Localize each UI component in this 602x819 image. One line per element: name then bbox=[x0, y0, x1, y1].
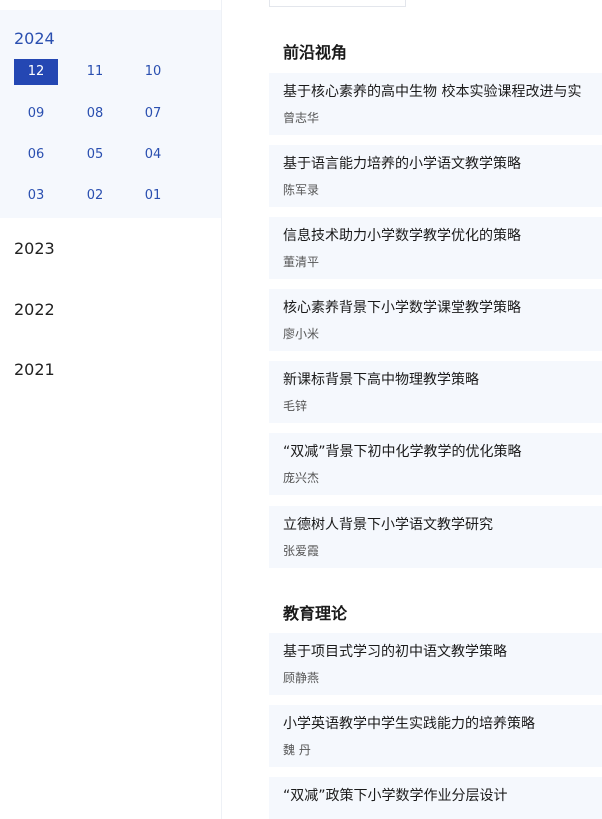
article-title[interactable]: 基于核心素养的高中生物 校本实验课程改进与实 bbox=[283, 83, 581, 101]
article-title[interactable]: 基于语言能力培养的小学语文教学策略 bbox=[283, 155, 521, 173]
month-04[interactable]: 04 bbox=[131, 142, 175, 168]
article-author: 张爱霞 bbox=[283, 544, 320, 558]
article-author: 董清平 bbox=[283, 255, 320, 269]
article-item[interactable]: “双减”政策下小学数学作业分层设计 bbox=[269, 777, 602, 819]
month-08[interactable]: 08 bbox=[73, 101, 117, 127]
article-title[interactable]: 新课标背景下高中物理教学策略 bbox=[283, 371, 479, 389]
article-title[interactable]: 立德树人背景下小学语文教学研究 bbox=[283, 516, 493, 534]
month-09[interactable]: 09 bbox=[14, 101, 58, 127]
year-sidebar: 2024 12 11 10 09 08 07 06 05 04 03 02 01… bbox=[0, 0, 222, 819]
article-title[interactable]: 基于项目式学习的初中语文教学策略 bbox=[283, 643, 507, 661]
article-author: 毛锌 bbox=[283, 399, 308, 413]
article-title[interactable]: “双减”政策下小学数学作业分层设计 bbox=[283, 787, 508, 805]
article-item[interactable]: 基于核心素养的高中生物 校本实验课程改进与实 曾志华 bbox=[269, 73, 602, 135]
article-list: 前沿视角 基于核心素养的高中生物 校本实验课程改进与实 曾志华 基于语言能力培养… bbox=[222, 0, 602, 819]
year-2024[interactable]: 2024 bbox=[14, 30, 55, 48]
month-12[interactable]: 12 bbox=[14, 59, 58, 85]
article-item[interactable]: 小学英语教学中学生实践能力的培养策略 魏 丹 bbox=[269, 705, 602, 767]
month-07[interactable]: 07 bbox=[131, 101, 175, 127]
article-title[interactable]: 小学英语教学中学生实践能力的培养策略 bbox=[283, 715, 535, 733]
article-item[interactable]: 基于项目式学习的初中语文教学策略 顾静燕 bbox=[269, 633, 602, 695]
article-author: 曾志华 bbox=[283, 111, 320, 125]
month-01[interactable]: 01 bbox=[131, 183, 175, 209]
article-item[interactable]: 新课标背景下高中物理教学策略 毛锌 bbox=[269, 361, 602, 423]
month-06[interactable]: 06 bbox=[14, 142, 58, 168]
search-box[interactable] bbox=[269, 0, 406, 7]
section-title: 教育理论 bbox=[283, 604, 348, 623]
article-item[interactable]: 核心素养背景下小学数学课堂教学策略 廖小米 bbox=[269, 289, 602, 351]
article-title[interactable]: 核心素养背景下小学数学课堂教学策略 bbox=[283, 299, 521, 317]
article-author: 庞兴杰 bbox=[283, 471, 320, 485]
current-year-block: 2024 12 11 10 09 08 07 06 05 04 03 02 01 bbox=[0, 10, 221, 218]
article-title[interactable]: “双减”背景下初中化学教学的优化策略 bbox=[283, 443, 522, 461]
month-11[interactable]: 11 bbox=[73, 59, 117, 85]
article-item[interactable]: 立德树人背景下小学语文教学研究 张爱霞 bbox=[269, 506, 602, 568]
month-05[interactable]: 05 bbox=[73, 142, 117, 168]
month-03[interactable]: 03 bbox=[14, 183, 58, 209]
article-item[interactable]: 基于语言能力培养的小学语文教学策略 陈军录 bbox=[269, 145, 602, 207]
article-title[interactable]: 信息技术助力小学数学教学优化的策略 bbox=[283, 227, 521, 245]
month-10[interactable]: 10 bbox=[131, 59, 175, 85]
article-author: 顾静燕 bbox=[283, 671, 320, 685]
article-author: 陈军录 bbox=[283, 183, 320, 197]
year-2022[interactable]: 2022 bbox=[14, 301, 55, 319]
article-item[interactable]: “双减”背景下初中化学教学的优化策略 庞兴杰 bbox=[269, 433, 602, 495]
article-item[interactable]: 信息技术助力小学数学教学优化的策略 董清平 bbox=[269, 217, 602, 279]
article-author: 魏 丹 bbox=[283, 743, 311, 757]
year-2021[interactable]: 2021 bbox=[14, 361, 55, 379]
article-author: 廖小米 bbox=[283, 327, 320, 341]
month-02[interactable]: 02 bbox=[73, 183, 117, 209]
year-2023[interactable]: 2023 bbox=[14, 240, 55, 258]
section-title: 前沿视角 bbox=[283, 43, 348, 62]
